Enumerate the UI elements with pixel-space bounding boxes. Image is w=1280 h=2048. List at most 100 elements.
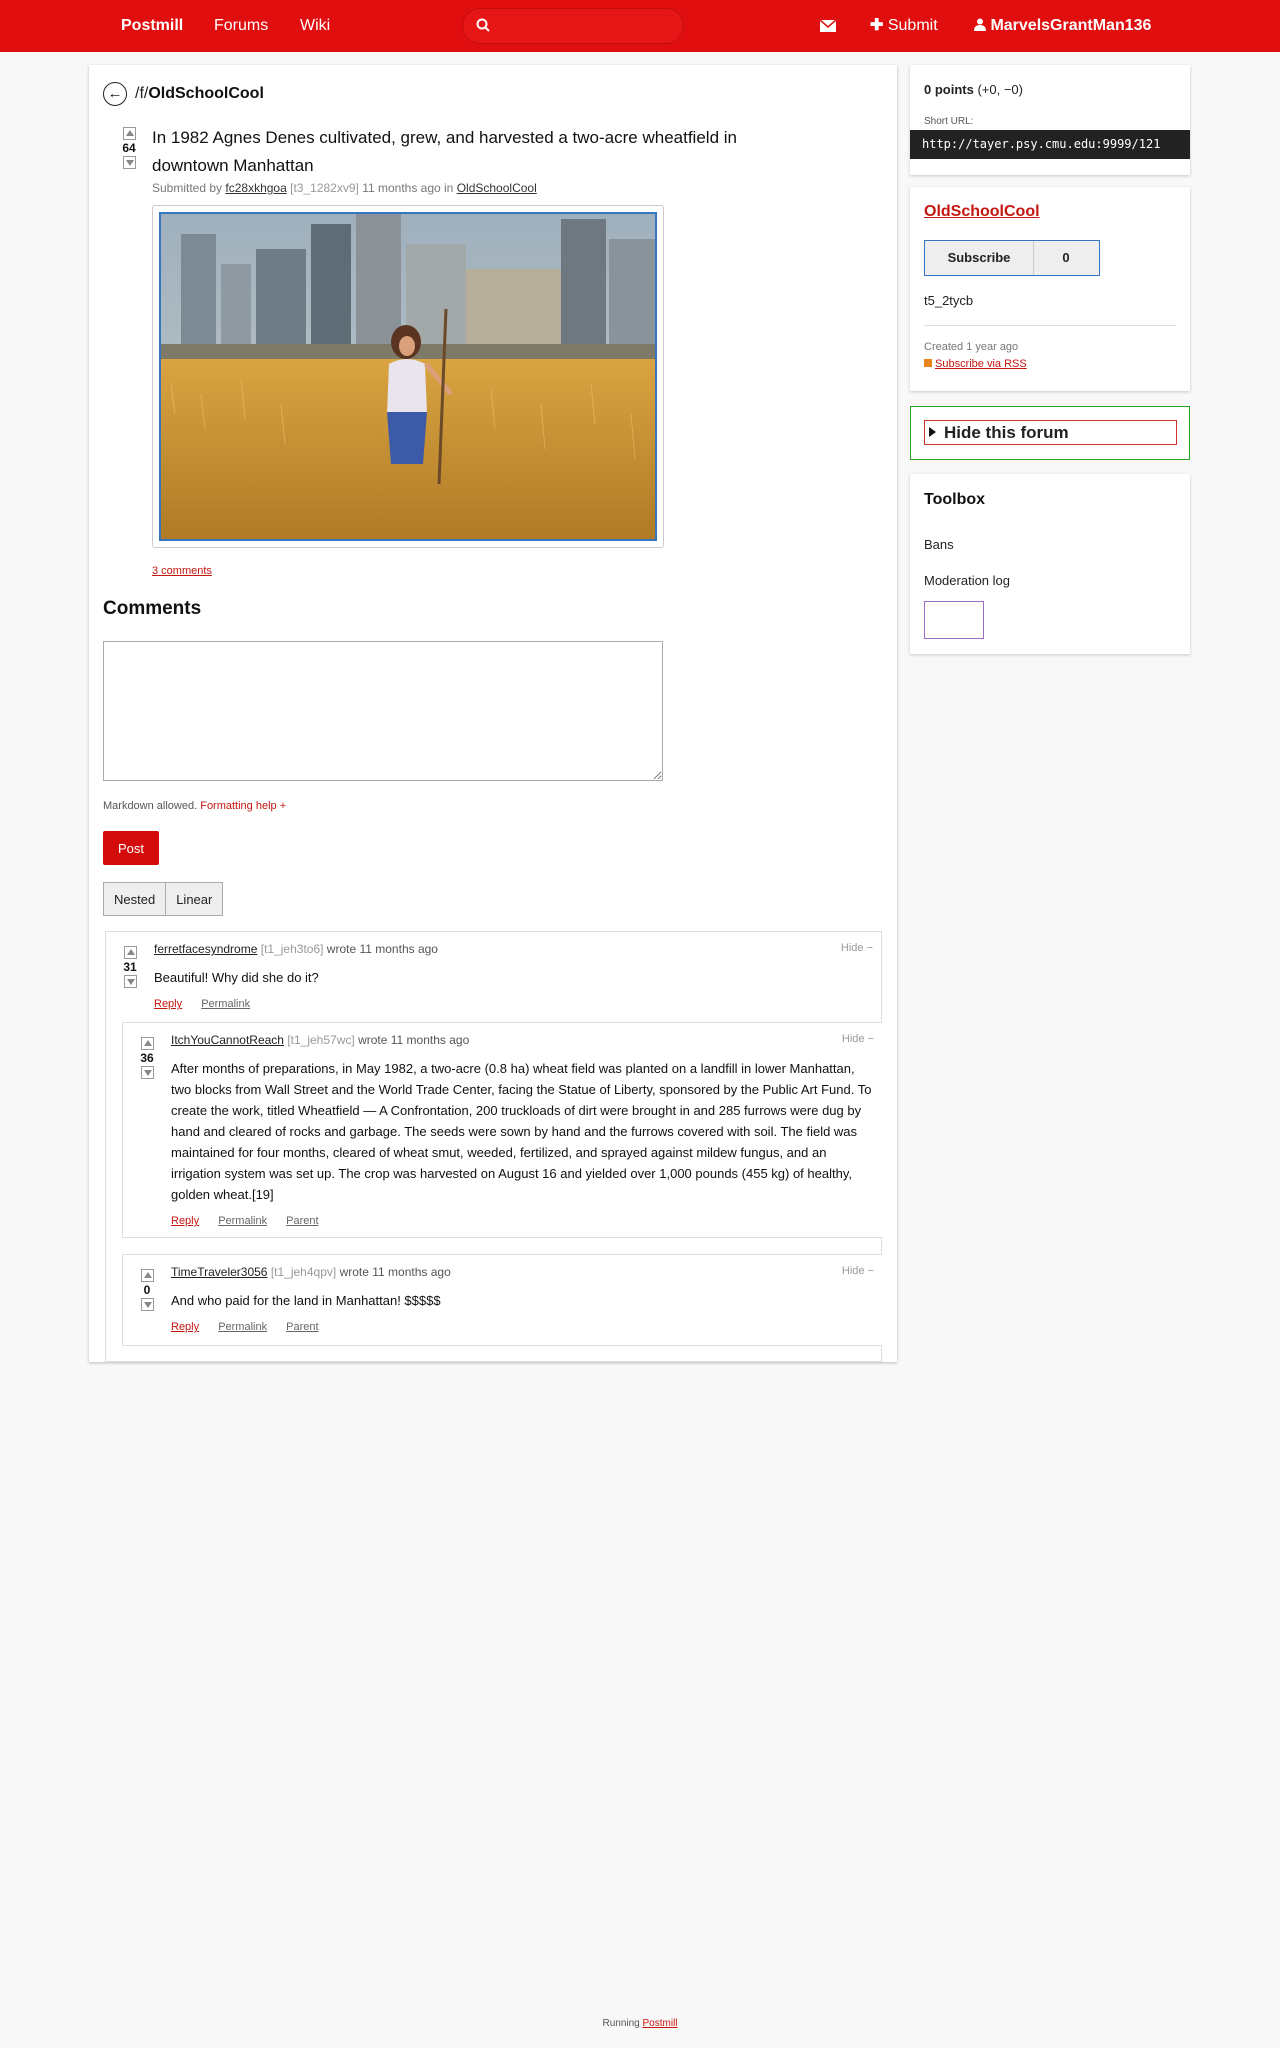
toolbox-card: Toolbox Bans Moderation log: [910, 474, 1190, 654]
comment-vote: 0: [139, 1269, 155, 1311]
username: MarvelsGrantMan136: [990, 17, 1152, 34]
plus-icon: ✚: [870, 17, 884, 34]
downvote-button[interactable]: [123, 975, 137, 988]
parent-link[interactable]: Parent: [286, 1321, 318, 1333]
upvote-button[interactable]: [123, 946, 137, 959]
view-nested-button[interactable]: Nested: [103, 882, 167, 916]
brand-link[interactable]: Postmill: [103, 0, 201, 52]
submitted-by-label: Submitted by: [152, 181, 223, 195]
breadcrumb: ← /f/OldSchoolCool: [103, 81, 264, 107]
footer: Running Postmill: [0, 2018, 1280, 2029]
reply-link[interactable]: Reply: [171, 1321, 199, 1333]
back-arrow-icon[interactable]: ←: [103, 81, 127, 106]
divider: [924, 325, 1176, 326]
hide-comment-link[interactable]: Hide −: [842, 1033, 874, 1045]
subscribe-label: Subscribe: [925, 241, 1034, 275]
toolbox-modlog-link[interactable]: Moderation log: [910, 564, 1190, 598]
comment-body: After months of preparations, in May 198…: [171, 1061, 872, 1202]
footer-postmill-link[interactable]: Postmill: [643, 2018, 678, 2029]
comment-score: 31: [123, 960, 137, 974]
comment-actions: Reply Permalink Parent: [171, 1321, 335, 1333]
comment-meta: ItchYouCannotReach [t1_jeh57wc] wrote 11…: [171, 1033, 469, 1047]
permalink-link[interactable]: Permalink: [201, 998, 250, 1010]
comment-view-toggle: Nested Linear: [103, 882, 224, 916]
post-score: 64: [122, 141, 136, 155]
post-author-link[interactable]: fc28xkhgoa: [225, 181, 286, 195]
hide-forum-card: Hide this forum: [910, 406, 1190, 460]
formatting-help-link[interactable]: Formatting help +: [200, 800, 286, 812]
messages-button[interactable]: [804, 0, 852, 52]
hide-comment-link[interactable]: Hide −: [842, 1265, 874, 1277]
post-image: [159, 212, 657, 541]
user-menu-button[interactable]: MarvelsGrantMan136: [956, 0, 1176, 81]
comment-meta: TimeTraveler3056 [t1_jeh4qpv] wrote 11 m…: [171, 1265, 451, 1279]
points-value: 0 points: [924, 82, 974, 97]
post-forum-link[interactable]: OldSchoolCool: [457, 181, 537, 195]
comment-time: wrote 11 months ago: [358, 1033, 470, 1047]
comment-body: And who paid for the land in Manhattan! …: [171, 1293, 441, 1308]
markdown-allowed-label: Markdown allowed.: [103, 800, 198, 812]
comment-body: Beautiful! Why did she do it?: [154, 970, 319, 985]
search-input[interactable]: [462, 8, 684, 44]
post-comment-button[interactable]: Post: [103, 831, 159, 865]
comment-score: 36: [140, 1051, 154, 1065]
parent-link[interactable]: Parent: [286, 1215, 318, 1227]
points-summary: 0 points (+0, −0): [924, 82, 1023, 97]
reply-link[interactable]: Reply: [171, 1215, 199, 1227]
downvote-button[interactable]: [140, 1298, 154, 1311]
breadcrumb-forum-link[interactable]: OldSchoolCool: [148, 85, 264, 102]
toolbox-title: Toolbox: [924, 491, 986, 508]
comment-textarea[interactable]: [103, 641, 663, 781]
search-icon: [476, 18, 490, 32]
upvote-button[interactable]: [140, 1269, 154, 1282]
comment-actions: Reply Permalink: [154, 998, 266, 1010]
submit-button[interactable]: ✚ Submit: [852, 0, 956, 52]
rss-link[interactable]: Subscribe via RSS: [924, 358, 1027, 370]
upvote-button[interactable]: [122, 127, 136, 140]
upvote-button[interactable]: [140, 1037, 154, 1050]
post-info-card: 0 points (+0, −0) Short URL: http://taye…: [910, 65, 1190, 175]
main-content: ← /f/OldSchoolCool 64 In 1982 Agnes Denes…: [89, 65, 897, 1362]
comment-author-link[interactable]: ItchYouCannotReach: [171, 1033, 284, 1047]
comment-reply: 0 TimeTraveler3056 [t1_jeh4qpv] wrote 11…: [122, 1254, 882, 1346]
comments-count-link[interactable]: 3 comments: [152, 565, 212, 577]
short-url-label: Short URL:: [924, 116, 974, 127]
permalink-link[interactable]: Permalink: [218, 1215, 267, 1227]
post-vote: 64: [121, 127, 137, 169]
subscriber-count: 0: [1062, 250, 1070, 265]
toolbox-bans-link[interactable]: Bans: [910, 528, 1190, 562]
hide-forum-toggle[interactable]: Hide this forum: [924, 420, 1177, 445]
footer-running: Running: [602, 2018, 640, 2029]
triangle-right-icon: [929, 427, 936, 437]
sidebar-forum-link[interactable]: OldSchoolCool: [924, 203, 1040, 221]
nav-forums-link[interactable]: Forums: [196, 0, 282, 52]
nav-wiki-link[interactable]: Wiki: [282, 0, 342, 52]
post-image-link[interactable]: [152, 205, 664, 548]
comments-heading: Comments: [103, 598, 202, 619]
downvote-button[interactable]: [122, 156, 136, 169]
permalink-link[interactable]: Permalink: [218, 1321, 267, 1333]
subscribe-button[interactable]: Subscribe 0: [924, 240, 1100, 276]
comment-id: [t1_jeh57wc]: [287, 1033, 355, 1047]
markdown-note: Markdown allowed. Formatting help +: [103, 800, 286, 812]
comment-id: [t1_jeh4qpv]: [270, 1265, 337, 1279]
hide-forum-label: Hide this forum: [944, 423, 1069, 442]
comment-score: 0: [143, 1283, 151, 1297]
rss-icon: [924, 359, 932, 367]
comment-author-link[interactable]: TimeTraveler3056: [171, 1265, 267, 1279]
short-url-field[interactable]: http://tayer.psy.cmu.edu:9999/121: [910, 130, 1190, 159]
hide-comment-link[interactable]: Hide −: [841, 942, 873, 954]
rss-label: Subscribe via RSS: [935, 358, 1027, 370]
post-title-link[interactable]: In 1982 Agnes Denes cultivated, grew, an…: [152, 124, 797, 180]
comment-time: wrote 11 months ago: [339, 1265, 451, 1279]
post-time: 11 months ago in: [362, 181, 454, 195]
comment-author-link[interactable]: ferretfacesyndrome: [154, 942, 257, 956]
view-linear-button[interactable]: Linear: [165, 882, 224, 916]
reply-link[interactable]: Reply: [154, 998, 182, 1010]
comment-vote: 31: [122, 946, 138, 988]
post-meta: Submitted by fc28xkhgoa [t3_1282xv9] 11 …: [152, 181, 537, 195]
downvote-button[interactable]: [140, 1066, 154, 1079]
comment-actions: Reply Permalink Parent: [171, 1215, 335, 1227]
toolbox-extra-button[interactable]: [924, 601, 984, 639]
points-detail: (+0, −0): [977, 82, 1023, 97]
